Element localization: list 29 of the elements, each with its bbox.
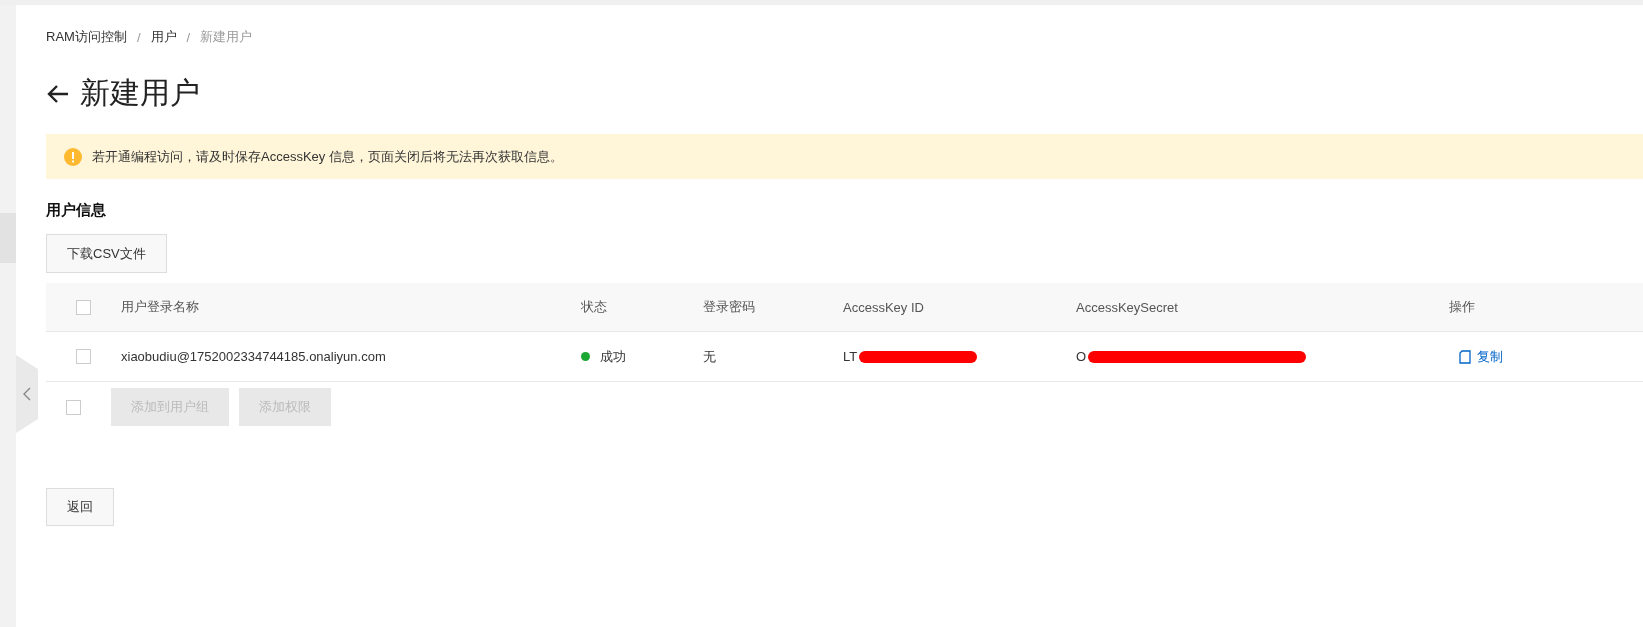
breadcrumb-link[interactable]: 用户	[150, 28, 177, 46]
section-title: 用户信息	[46, 201, 106, 220]
page-title: 新建用户	[80, 75, 200, 111]
checkbox[interactable]	[66, 399, 81, 415]
column-header: 登录密码	[703, 298, 756, 316]
status-text: 成功	[600, 347, 626, 366]
checkbox[interactable]	[76, 349, 91, 364]
back-arrow-icon[interactable]	[46, 83, 70, 104]
column-header: 状态	[581, 298, 608, 316]
column-header: 操作	[1449, 298, 1476, 316]
table-cell: LT	[843, 349, 858, 364]
copy-icon	[1459, 349, 1471, 364]
breadcrumb-separator: /	[136, 29, 141, 45]
alert-message: 若开通编程访问，请及时保存AccessKey 信息，页面关闭后将无法再次获取信息。	[92, 147, 563, 166]
table-cell-text: xiaobudiu@1752002334744185.onaliyun.com	[121, 349, 387, 364]
breadcrumb-separator: /	[186, 29, 191, 45]
sidebar-item[interactable]	[0, 213, 16, 263]
download-button[interactable]: 下载CSV文件	[46, 234, 167, 273]
breadcrumb-link[interactable]: RAM访问控制	[46, 28, 127, 46]
checkbox[interactable]	[76, 299, 91, 315]
warning-icon	[64, 147, 82, 166]
copy-link[interactable]: 复制	[1459, 347, 1503, 366]
table-cell: O	[1076, 349, 1087, 364]
column-header: AccessKeySecret	[1076, 299, 1179, 315]
table-cell-text: 无	[703, 347, 717, 366]
chevron-left-icon	[23, 387, 31, 401]
column-header: AccessKey ID	[843, 299, 925, 315]
column-header: 用户登录名称	[121, 298, 200, 316]
back-button[interactable]: 返回	[46, 488, 114, 526]
